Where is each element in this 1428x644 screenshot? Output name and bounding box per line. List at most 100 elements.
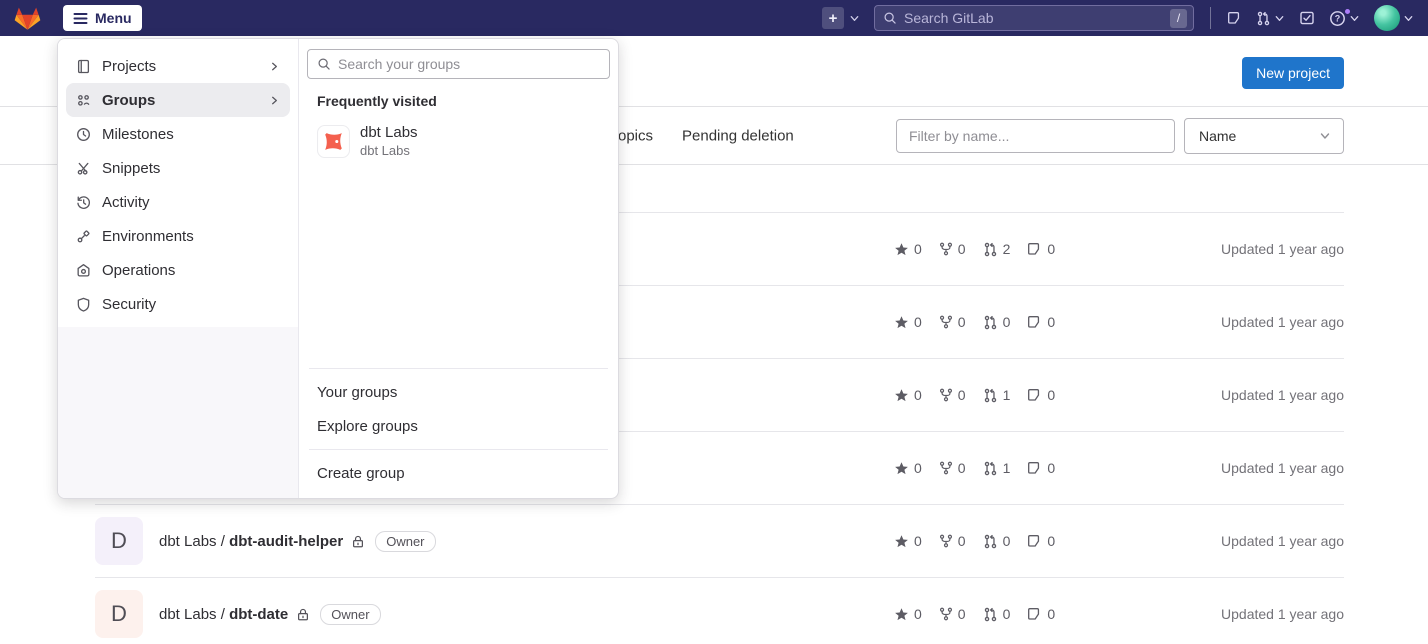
merge-request-count[interactable]: 2: [983, 241, 1011, 257]
merge-request-count[interactable]: 0: [983, 606, 1011, 622]
group-link[interactable]: Your groups: [307, 375, 610, 409]
menu-item-label: Snippets: [102, 160, 280, 177]
navbar-divider: [1210, 7, 1211, 29]
fork-icon: [939, 315, 953, 329]
menu-item[interactable]: Milestones: [66, 117, 290, 151]
frequent-groups: dbt Labs dbt Labs: [307, 121, 610, 161]
filter-by-name-input[interactable]: [896, 119, 1175, 153]
sort-dropdown[interactable]: Name: [1184, 118, 1344, 154]
groups-search-input[interactable]: [338, 56, 600, 72]
frequent-group-item[interactable]: dbt Labs dbt Labs: [307, 121, 610, 161]
menu-item[interactable]: Snippets: [66, 151, 290, 185]
issues-icon: [1027, 242, 1042, 257]
tab-topics[interactable]: opics: [618, 127, 653, 144]
top-navbar: Menu + / ?: [0, 0, 1428, 36]
group-subtitle: dbt Labs: [360, 143, 418, 158]
issues-icon: [1027, 461, 1042, 476]
menu-items: Projects Groups Milestones Snippets Acti…: [58, 39, 298, 327]
merge-request-icon: [983, 534, 998, 549]
menu-item-icon: [76, 161, 91, 176]
fork-count[interactable]: 0: [939, 387, 966, 403]
new-project-button[interactable]: New project: [1242, 57, 1344, 89]
svg-text:?: ?: [1335, 13, 1341, 23]
todos-button[interactable]: [1299, 10, 1315, 26]
issue-count[interactable]: 0: [1027, 314, 1055, 330]
project-stats: 0 0 1 0: [894, 387, 1059, 403]
role-badge: Owner: [320, 604, 380, 625]
merge-request-count[interactable]: 1: [983, 460, 1011, 476]
gitlab-logo-icon[interactable]: [14, 5, 41, 32]
fork-count[interactable]: 0: [939, 314, 966, 330]
menu-item-icon: [76, 195, 91, 210]
merge-request-count[interactable]: 1: [983, 387, 1011, 403]
project-row: D dbt Labs / dbt-audit-helper Owner 0 0 …: [95, 504, 1344, 577]
project-avatar[interactable]: D: [95, 590, 143, 638]
updated-timestamp: Updated 1 year ago: [1059, 460, 1344, 476]
global-search[interactable]: /: [874, 5, 1194, 31]
merge-requests-button[interactable]: [1256, 11, 1285, 26]
updated-timestamp: Updated 1 year ago: [1059, 387, 1344, 403]
issues-icon: [1027, 315, 1042, 330]
menu-button[interactable]: Menu: [63, 5, 142, 31]
help-button[interactable]: ?: [1329, 10, 1360, 27]
group-title: dbt Labs: [360, 124, 418, 141]
create-group-link[interactable]: Create group: [307, 456, 610, 490]
star-count[interactable]: 0: [894, 241, 922, 257]
issue-count[interactable]: 0: [1027, 460, 1055, 476]
chevron-down-icon: [1319, 130, 1331, 142]
issue-count[interactable]: 0: [1027, 387, 1055, 403]
fork-count[interactable]: 0: [939, 241, 966, 257]
menu-item-label: Groups: [102, 92, 269, 109]
menu-item-label: Operations: [102, 262, 280, 279]
fork-icon: [939, 607, 953, 621]
issue-count[interactable]: 0: [1027, 606, 1055, 622]
fork-count[interactable]: 0: [939, 460, 966, 476]
menu-button-label: Menu: [95, 10, 132, 26]
fork-count[interactable]: 0: [939, 533, 966, 549]
menu-item-label: Security: [102, 296, 280, 313]
merge-request-count[interactable]: 0: [983, 533, 1011, 549]
todo-icon: [1299, 10, 1315, 26]
issue-count[interactable]: 0: [1027, 241, 1055, 257]
issues-button[interactable]: [1227, 11, 1242, 26]
project-name: dbt Labs / dbt-date: [159, 606, 288, 623]
global-search-input[interactable]: [904, 10, 1163, 26]
star-icon: [894, 461, 909, 476]
group-link[interactable]: Explore groups: [307, 409, 610, 443]
plus-icon: +: [822, 7, 844, 29]
notification-dot: [1344, 8, 1351, 15]
project-link[interactable]: D dbt Labs / dbt-audit-helper Owner: [95, 517, 436, 565]
star-icon: [894, 534, 909, 549]
star-count[interactable]: 0: [894, 460, 922, 476]
updated-timestamp: Updated 1 year ago: [1059, 314, 1344, 330]
updated-timestamp: Updated 1 year ago: [1059, 533, 1344, 549]
star-count[interactable]: 0: [894, 533, 922, 549]
updated-timestamp: Updated 1 year ago: [1059, 241, 1344, 257]
merge-request-count[interactable]: 0: [983, 314, 1011, 330]
merge-request-icon: [1256, 11, 1271, 26]
sort-dropdown-label: Name: [1199, 128, 1236, 144]
issues-icon: [1027, 388, 1042, 403]
star-count[interactable]: 0: [894, 314, 922, 330]
menu-item[interactable]: Operations: [66, 253, 290, 287]
project-avatar[interactable]: D: [95, 517, 143, 565]
project-link[interactable]: D dbt Labs / dbt-date Owner: [95, 590, 381, 638]
groups-search[interactable]: [307, 49, 610, 79]
issue-count[interactable]: 0: [1027, 533, 1055, 549]
user-menu-button[interactable]: [1374, 5, 1414, 31]
new-item-dropdown[interactable]: +: [822, 7, 860, 29]
search-icon: [317, 57, 331, 71]
menu-column: Projects Groups Milestones Snippets Acti…: [58, 39, 299, 498]
menu-item[interactable]: Groups: [66, 83, 290, 117]
issues-icon: [1027, 607, 1042, 622]
menu-item[interactable]: Security: [66, 287, 290, 321]
menu-item[interactable]: Environments: [66, 219, 290, 253]
menu-item[interactable]: Projects: [66, 49, 290, 83]
star-count[interactable]: 0: [894, 387, 922, 403]
fork-count[interactable]: 0: [939, 606, 966, 622]
menu-item[interactable]: Activity: [66, 185, 290, 219]
tab-pending-deletion[interactable]: Pending deletion: [682, 127, 794, 144]
search-icon: [883, 11, 897, 25]
star-count[interactable]: 0: [894, 606, 922, 622]
dbt-labs-logo-icon: [317, 125, 350, 158]
